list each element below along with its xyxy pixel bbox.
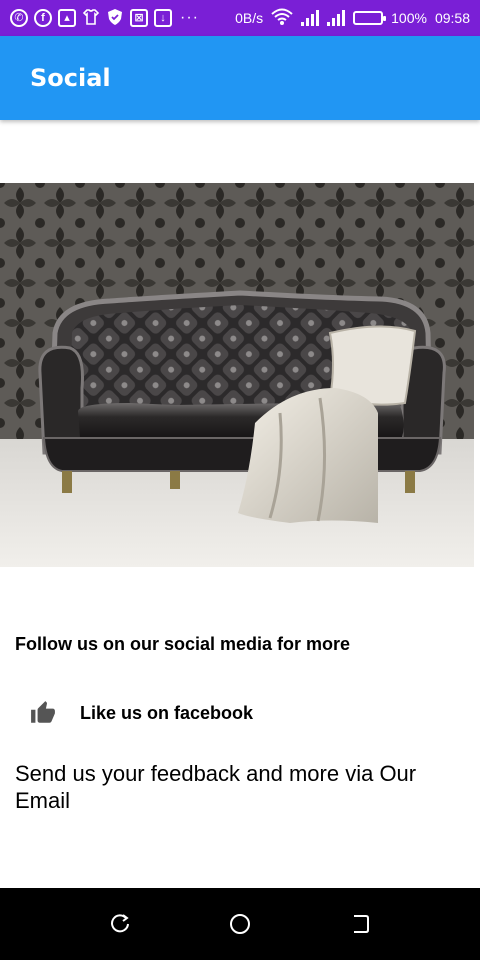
facebook-icon: f — [34, 9, 52, 27]
battery-percent: 100% — [391, 10, 427, 26]
facebook-like-label: Like us on facebook — [80, 702, 254, 723]
signal-icon-1 — [301, 10, 320, 26]
page-title: Social — [30, 64, 111, 92]
recents-icon[interactable] — [348, 912, 372, 936]
whatsapp-icon: ✆ — [10, 9, 28, 27]
home-icon[interactable] — [228, 912, 252, 936]
status-bar: ✆ f ▴ ⊠ ↓ ··· 0B/s 100% 09:58 — [0, 0, 480, 36]
follow-social-text: Follow us on our social media for more — [15, 634, 351, 654]
notification-icons: ✆ f ▴ ⊠ ↓ ··· — [10, 8, 199, 29]
clock: 09:58 — [434, 10, 470, 26]
battery-icon — [353, 11, 387, 25]
image-icon: ⊠ — [130, 9, 148, 27]
shirt-icon — [82, 8, 100, 29]
back-icon[interactable] — [108, 912, 132, 936]
app-bar: Social — [0, 36, 480, 120]
navigation-bar — [0, 888, 480, 960]
thumbs-up-icon — [30, 700, 56, 726]
network-speed: 0B/s — [235, 10, 264, 26]
shield-icon — [106, 8, 124, 29]
facebook-like-button[interactable]: Like us on facebook — [30, 700, 253, 726]
feedback-email-text: Send us your feedback and more via Our E… — [15, 761, 417, 813]
system-status: 0B/s 100% 09:58 — [235, 8, 470, 29]
clipboard-icon: ▴ — [58, 9, 76, 27]
wifi-icon — [271, 8, 293, 29]
more-dots-icon: ··· — [180, 9, 199, 26]
sofa-image — [0, 183, 476, 567]
signal-icon-2 — [327, 10, 346, 26]
download-icon: ↓ — [154, 9, 172, 27]
